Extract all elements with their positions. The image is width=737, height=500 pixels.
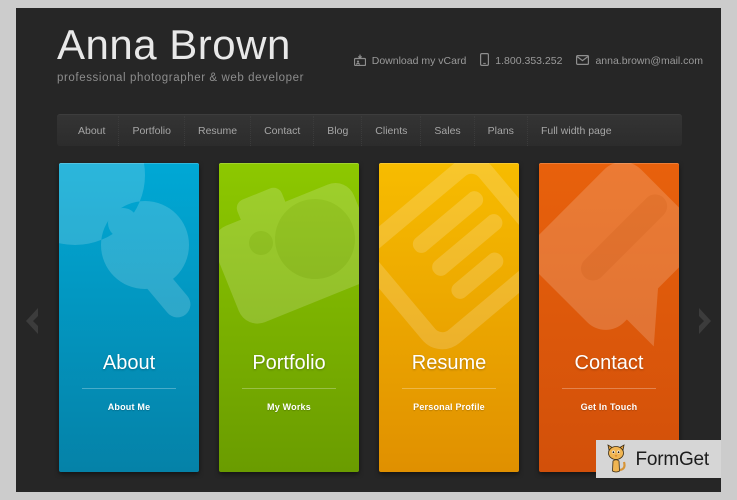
card-subtitle: Personal Profile [413, 402, 485, 412]
nav-item-sales[interactable]: Sales [421, 115, 475, 146]
card-divider [562, 388, 656, 389]
contact-vcard-label: Download my vCard [371, 55, 467, 67]
nav-item-full-width[interactable]: Full width page [528, 116, 625, 146]
card-about[interactable]: About About Me [59, 163, 199, 472]
card-subtitle: My Works [267, 402, 311, 412]
formget-watermark: FormGet [596, 440, 721, 478]
card-divider [82, 388, 176, 389]
nav-item-about[interactable]: About [65, 115, 120, 146]
contact-vcard-link[interactable]: Download my vCard [353, 54, 467, 69]
main-navigation: About Portfolio Resume Contact Blog Clie… [57, 114, 682, 146]
chevron-left-icon [26, 308, 38, 334]
slider-prev-button[interactable] [20, 304, 46, 338]
card-title: Portfolio [252, 352, 326, 374]
nav-item-plans[interactable]: Plans [475, 115, 528, 146]
card-divider [402, 388, 496, 389]
contact-phone-label: 1.800.353.252 [495, 55, 563, 67]
card-labels: About About Me [59, 351, 199, 412]
nav-item-blog[interactable]: Blog [314, 115, 363, 146]
cat-mascot-icon [607, 444, 627, 473]
contact-phone-link[interactable]: 1.800.353.252 [480, 53, 562, 69]
card-resume: Resume Personal Profile [379, 163, 519, 472]
card-title: Resume [411, 352, 487, 374]
card-labels: Portfolio My Works [219, 351, 359, 412]
document-list-icon [379, 163, 519, 350]
brand-tagline: professional photographer & web develope… [57, 72, 305, 84]
feature-cards: About About Me Portfolio My Works Resume… [59, 163, 679, 472]
brand-name: Anna Brown [57, 21, 291, 68]
chevron-right-icon [699, 308, 711, 334]
nav-item-portfolio[interactable]: Portfolio [119, 115, 185, 146]
contact-strip: Download my vCard 1.800.353.252 anna.bro… [353, 53, 703, 69]
card-divider [242, 388, 336, 389]
contact-mail-label: anna.brown@mail.com [595, 55, 703, 67]
card-contact[interactable]: Contact Get In Touch [539, 163, 679, 472]
vcard-download-icon [353, 54, 366, 69]
card-subtitle: Get In Touch [580, 402, 638, 412]
card-labels: Contact Get In Touch [539, 351, 679, 412]
site-header: Anna Brown professional photographer & w… [16, 8, 721, 102]
contact-mail-link[interactable]: anna.brown@mail.com [576, 54, 703, 68]
mail-icon [576, 54, 590, 68]
card-labels: Resume Personal Profile [379, 351, 519, 412]
card-title: About [102, 352, 156, 374]
nav-item-contact[interactable]: Contact [251, 115, 315, 146]
site-page: Anna Brown professional photographer & w… [16, 8, 721, 492]
magnifier-icon [59, 163, 191, 318]
brand-block: Anna Brown professional photographer & w… [57, 21, 305, 85]
nav-item-resume[interactable]: Resume [185, 115, 252, 146]
camera-icon [219, 183, 359, 324]
phone-icon [480, 53, 490, 69]
formget-brand: FormGet [635, 448, 709, 470]
slider-next-button[interactable] [691, 304, 717, 338]
card-subtitle: About Me [107, 402, 151, 412]
speech-bubble-icon [539, 163, 679, 347]
nav-item-clients[interactable]: Clients [362, 115, 422, 146]
card-title: Contact [574, 352, 644, 374]
card-portfolio[interactable]: Portfolio My Works [219, 163, 359, 472]
